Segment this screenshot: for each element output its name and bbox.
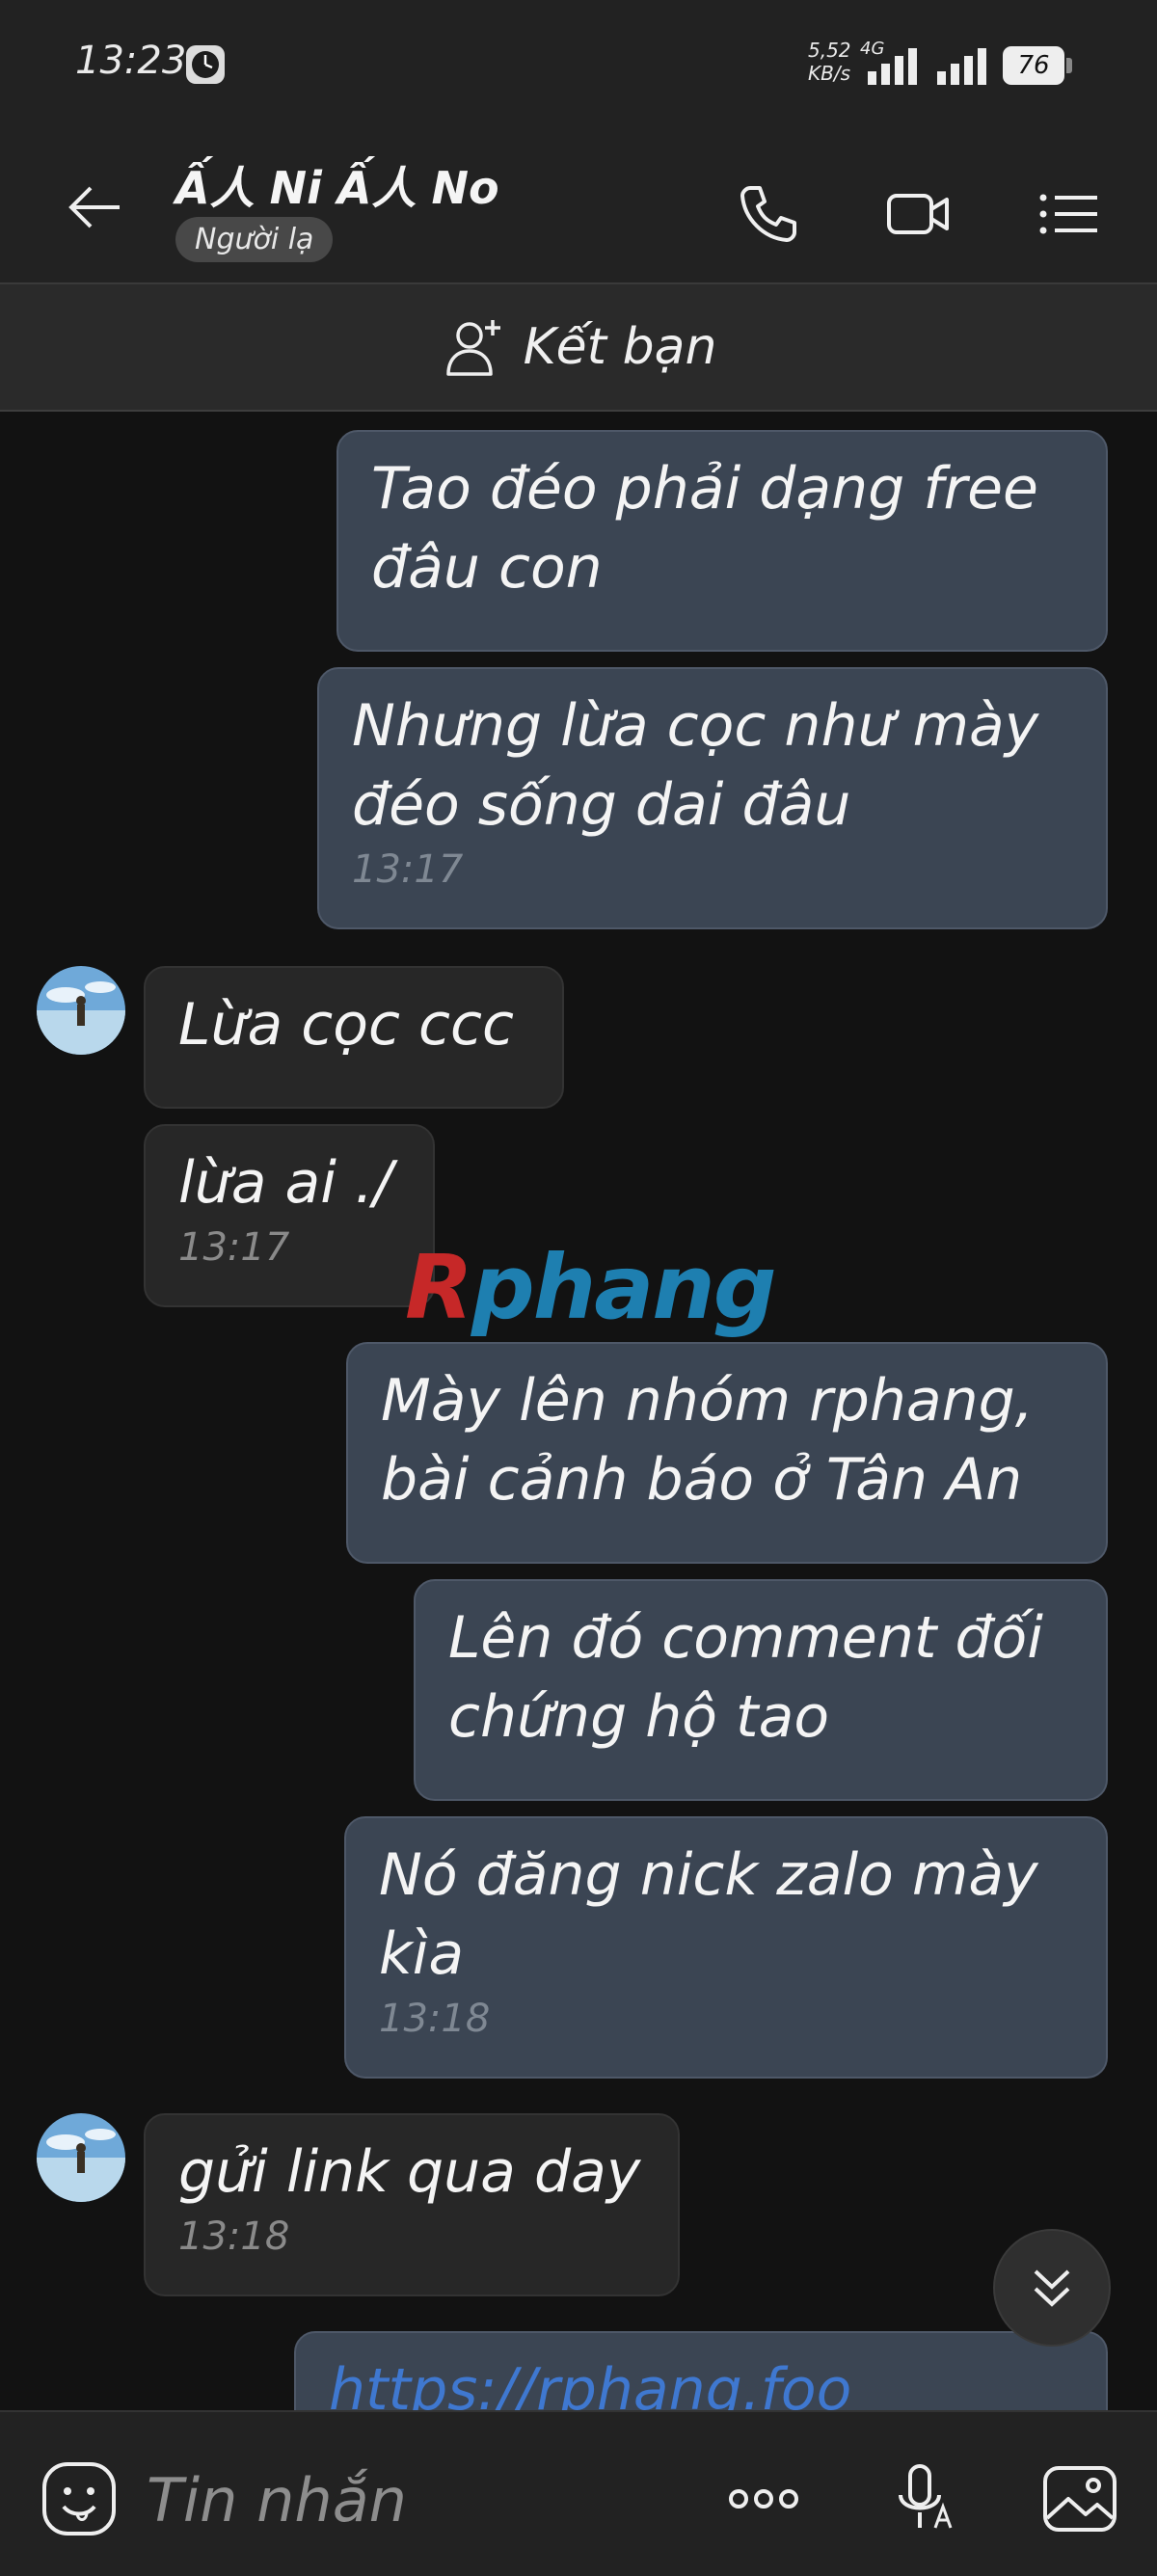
- signal-icon: [868, 48, 917, 85]
- message-input[interactable]: [145, 2460, 650, 2539]
- add-friend-button[interactable]: Kết bạn: [0, 284, 1157, 412]
- phone-call-icon[interactable]: [735, 180, 802, 248]
- image-gallery-icon[interactable]: [1039, 2458, 1120, 2539]
- contact-name[interactable]: Ấ人 Ni Ấ人 No: [175, 153, 499, 217]
- microphone-icon[interactable]: [883, 2458, 964, 2539]
- message-text: Nó đăng nick zalo mày kìa: [379, 1841, 1038, 1988]
- message-incoming[interactable]: lừa ai ./ 13:17: [144, 1124, 435, 1307]
- message-input-bar: [0, 2410, 1157, 2576]
- double-chevron-down-icon: [1034, 2269, 1070, 2307]
- message-text: gửi link qua day: [178, 2138, 641, 2206]
- network-speed: 5,52 KB/s: [808, 39, 851, 85]
- avatar-image: [37, 966, 125, 1055]
- message-outgoing[interactable]: Nó đăng nick zalo mày kìa 13:18: [344, 1816, 1108, 2079]
- battery-icon: 76: [1003, 46, 1072, 85]
- add-user-icon: [445, 320, 500, 376]
- message-outgoing[interactable]: Nhưng lừa cọc như mày đéo sống dai đâu 1…: [317, 667, 1108, 929]
- avatar-image: [37, 2113, 125, 2202]
- more-options-icon[interactable]: [723, 2458, 804, 2539]
- status-time: 13:23: [75, 39, 187, 83]
- chat-header: Ấ人 Ni Ấ人 No Người lạ: [0, 130, 1157, 284]
- message-time: 13:18: [379, 1997, 491, 2041]
- message-time: 13:17: [352, 847, 464, 892]
- video-call-icon[interactable]: [885, 180, 953, 248]
- message-incoming[interactable]: Lừa cọc ccc: [144, 966, 564, 1109]
- avatar[interactable]: [37, 966, 125, 1055]
- message-text: Tao đéo phải dạng free đâu con: [371, 455, 1038, 602]
- add-friend-label: Kết bạn: [523, 318, 717, 376]
- message-outgoing[interactable]: Lên đó comment đối chứng hộ tao: [414, 1579, 1108, 1801]
- message-incoming[interactable]: gửi link qua day 13:18: [144, 2113, 680, 2296]
- message-text: Lên đó comment đối chứng hộ tao: [448, 1604, 1043, 1751]
- back-arrow-icon[interactable]: [64, 176, 125, 238]
- message-time: 13:18: [178, 2214, 290, 2259]
- message-text: Lừa cọc ccc: [178, 991, 515, 1059]
- message-time: 13:17: [178, 1225, 290, 1270]
- emoji-icon[interactable]: [39, 2458, 120, 2539]
- scroll-to-bottom-button[interactable]: [993, 2229, 1111, 2347]
- message-text: Mày lên nhóm rphang, bài cảnh báo ở Tân …: [381, 1367, 1034, 1514]
- message-text: Nhưng lừa cọc như mày đéo sống dai đâu: [352, 692, 1039, 839]
- menu-list-icon[interactable]: [1036, 180, 1103, 248]
- watermark: Rphang: [405, 1236, 777, 1339]
- message-outgoing[interactable]: Mày lên nhóm rphang, bài cảnh báo ở Tân …: [346, 1342, 1108, 1564]
- clock-app-icon: [186, 45, 225, 84]
- message-outgoing[interactable]: Tao đéo phải dạng free đâu con: [336, 430, 1108, 652]
- avatar[interactable]: [37, 2113, 125, 2202]
- status-bar: 13:23 5,52 KB/s 4G 76: [0, 0, 1157, 130]
- stranger-badge: Người lạ: [175, 217, 334, 262]
- message-text: lừa ai ./: [178, 1149, 393, 1217]
